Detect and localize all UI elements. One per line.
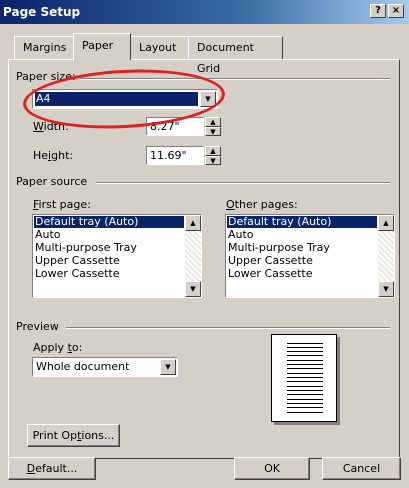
ok-button[interactable]: OK (234, 457, 310, 480)
tab-margins[interactable]: Margins (14, 36, 74, 59)
scroll-up-icon[interactable]: ▲ (185, 215, 201, 231)
help-button[interactable]: ? (370, 4, 386, 18)
page-preview (271, 334, 337, 422)
scroll-down-icon[interactable]: ▼ (378, 281, 394, 297)
arrow-down-icon[interactable]: ▼ (205, 127, 221, 136)
divider (96, 182, 390, 184)
list-item[interactable]: Upper Cassette (34, 255, 120, 267)
scroll-down-icon[interactable]: ▼ (185, 281, 201, 297)
paper-source-label: Paper source (16, 175, 92, 188)
other-pages-list[interactable]: Default tray (Auto) Auto Multi-purpose T… (225, 214, 395, 298)
apply-to-value: Whole document (36, 360, 130, 373)
divider (66, 327, 390, 329)
scrollbar[interactable]: ▲ ▼ (185, 215, 201, 297)
scroll-up-icon[interactable]: ▲ (378, 215, 394, 231)
list-item[interactable]: Lower Cassette (227, 268, 313, 280)
list-item[interactable]: Default tray (Auto) (34, 216, 184, 228)
tab-paper[interactable]: Paper (73, 33, 131, 60)
height-input[interactable]: 11.69" (146, 146, 204, 165)
apply-to-label: Apply to: (33, 341, 83, 354)
window-title: Page Setup (3, 5, 81, 19)
apply-to-select[interactable]: Whole document ▼ (32, 357, 178, 377)
cancel-button[interactable]: Cancel (322, 457, 401, 480)
first-page-list[interactable]: Default tray (Auto) Auto Multi-purpose T… (32, 214, 202, 298)
print-options-button[interactable]: Print Options... (27, 424, 120, 447)
list-item[interactable]: Upper Cassette (227, 255, 313, 267)
arrow-down-icon[interactable]: ▼ (205, 156, 221, 165)
title-bar: Page Setup ? × (0, 0, 409, 24)
scrollbar[interactable]: ▲ ▼ (378, 215, 394, 297)
list-item[interactable]: Multi-purpose Tray (34, 242, 137, 254)
list-item[interactable]: Auto (34, 229, 61, 241)
tab-layout[interactable]: Layout (130, 36, 189, 59)
list-item[interactable]: Default tray (Auto) (227, 216, 377, 228)
other-pages-label: Other pages: (226, 198, 298, 211)
close-button[interactable]: × (388, 4, 404, 18)
first-page-label: First page: (33, 198, 91, 211)
default-button[interactable]: Default... (8, 457, 96, 480)
arrow-up-icon[interactable]: ▲ (205, 146, 221, 156)
list-item[interactable]: Lower Cassette (34, 268, 120, 280)
list-item[interactable]: Multi-purpose Tray (227, 242, 330, 254)
tab-document-grid[interactable]: Document Grid (188, 36, 283, 75)
chevron-down-icon[interactable]: ▼ (160, 359, 176, 375)
arrow-up-icon[interactable]: ▲ (205, 117, 221, 127)
height-value: 11.69" (150, 149, 187, 162)
height-label: Height: (33, 149, 74, 162)
preview-label: Preview (16, 320, 63, 333)
list-item[interactable]: Auto (227, 229, 254, 241)
